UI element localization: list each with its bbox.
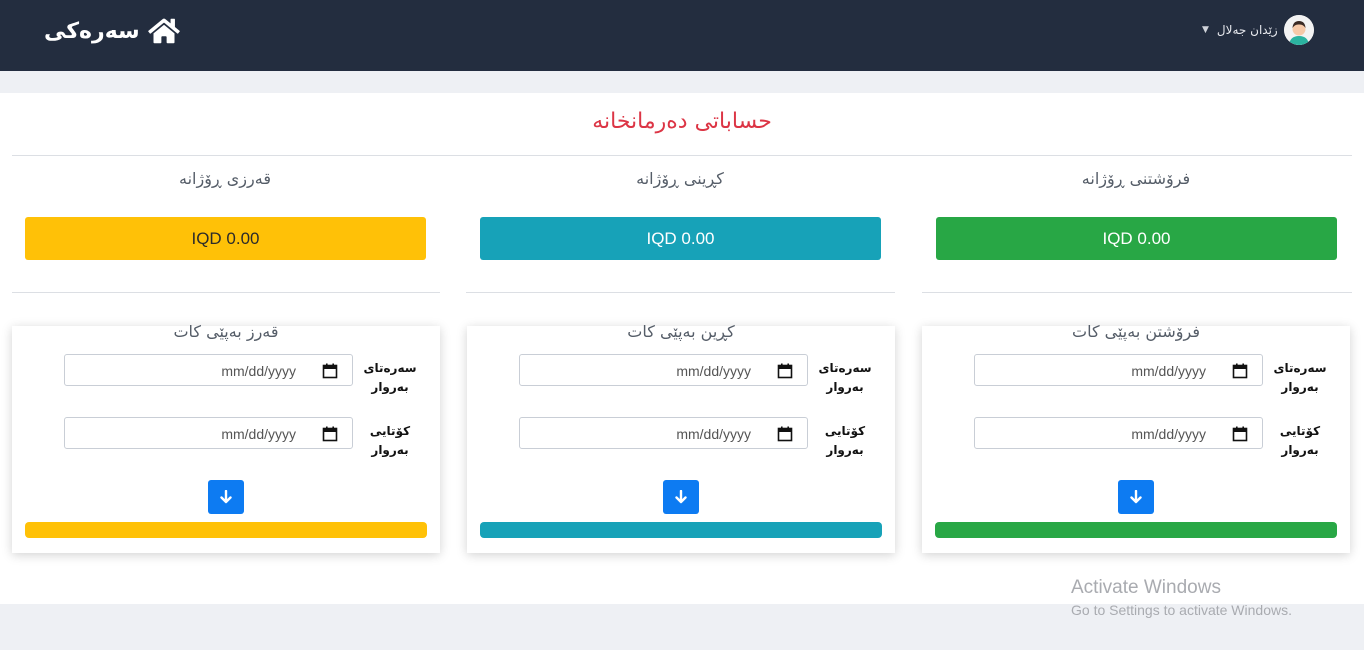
user-menu[interactable]: ▼ زێدان جەلال [1202,14,1314,46]
purchases-divider [466,292,895,293]
activation-watermark-title: Activate Windows [1071,577,1221,598]
daily-sales-heading: فرۆشتنی ڕۆژانە [1081,169,1191,188]
calendar-icon[interactable] [1232,426,1248,442]
start-date-label: سەرەتای بەروار [1269,359,1331,397]
reports-panel: حساباتی دەرمانخانە فرۆشتنی ڕۆژانە کڕینی … [0,93,1364,604]
debts-by-time-card: قەرز بەپێی کات mm/dd/yyyy سەرەتای بەروار… [12,322,440,553]
purchases-by-time-card: کڕین بەپێی کات mm/dd/yyyy سەرەتای بەروار… [467,322,895,553]
daily-purchases-heading: کڕینی ڕۆژانە [636,169,724,188]
end-label-line1: کۆتایی [1279,424,1321,438]
download-button[interactable] [1118,480,1154,514]
daily-purchases-amount: IQD 0.00 [480,217,881,260]
sales-divider [922,292,1352,293]
caret-down-icon: ▼ [1202,25,1209,35]
avatar-icon [1283,15,1314,45]
daily-debts-amount: IQD 0.00 [25,217,426,260]
start-label-line1: سەرەتای [818,361,872,375]
user-avatar [1283,15,1314,45]
start-label-line2: بەروار [826,380,864,394]
daily-debts-heading: قەرزی ڕۆژانە [179,169,271,188]
end-label-line2: بەروار [371,443,409,457]
page-title: حساباتی دەرمانخانە [592,109,772,134]
download-button[interactable] [663,480,699,514]
home-link[interactable]: سەرەکی [44,16,180,46]
arrow-down-icon [675,490,687,504]
calendar-icon[interactable] [322,426,338,442]
calendar-icon[interactable] [777,363,793,379]
start-date-input[interactable]: mm/dd/yyyy [64,354,353,386]
card-color-bar [480,522,882,538]
date-placeholder: mm/dd/yyyy [1131,363,1206,379]
download-button[interactable] [208,480,244,514]
top-navbar: سەرەکی ▼ زێدان جەلال [0,0,1364,71]
card-title: کڕین بەپێی کات [627,322,735,341]
date-placeholder: mm/dd/yyyy [676,363,751,379]
end-label-line2: بەروار [1281,443,1319,457]
start-label-line1: سەرەتای [363,361,417,375]
card-color-bar [935,522,1337,538]
end-label-line1: کۆتایی [824,424,866,438]
date-placeholder: mm/dd/yyyy [1131,426,1206,442]
title-divider [12,155,1352,156]
brand-label: سەرەکی [44,18,140,44]
date-placeholder: mm/dd/yyyy [676,426,751,442]
date-placeholder: mm/dd/yyyy [221,363,296,379]
end-label-line1: کۆتایی [369,424,411,438]
end-date-label: کۆتایی بەروار [814,422,876,460]
calendar-icon[interactable] [322,363,338,379]
end-date-input[interactable]: mm/dd/yyyy [974,417,1263,449]
end-date-input[interactable]: mm/dd/yyyy [64,417,353,449]
arrow-down-icon [1130,490,1142,504]
end-label-line2: بەروار [826,443,864,457]
daily-sales-amount: IQD 0.00 [936,217,1337,260]
card-title: فرۆشتن بەپێی کات [1072,322,1200,341]
card-color-bar [25,522,427,538]
start-label-line1: سەرەتای [1273,361,1327,375]
sales-by-time-card: فرۆشتن بەپێی کات mm/dd/yyyy سەرەتای بەرو… [922,322,1350,553]
debts-divider [12,292,440,293]
start-date-input[interactable]: mm/dd/yyyy [974,354,1263,386]
end-date-label: کۆتایی بەروار [359,422,421,460]
end-date-label: کۆتایی بەروار [1269,422,1331,460]
calendar-icon[interactable] [1232,363,1248,379]
end-date-input[interactable]: mm/dd/yyyy [519,417,808,449]
arrow-down-icon [220,490,232,504]
start-label-line2: بەروار [1281,380,1319,394]
calendar-icon[interactable] [777,426,793,442]
user-name: زێدان جەلال [1216,23,1278,37]
card-title: قەرز بەپێی کات [173,322,279,341]
start-date-label: سەرەتای بەروار [359,359,421,397]
home-icon [147,18,180,44]
start-date-label: سەرەتای بەروار [814,359,876,397]
date-placeholder: mm/dd/yyyy [221,426,296,442]
start-label-line2: بەروار [371,380,409,394]
activation-watermark-subtitle: Go to Settings to activate Windows. [1071,602,1292,618]
start-date-input[interactable]: mm/dd/yyyy [519,354,808,386]
